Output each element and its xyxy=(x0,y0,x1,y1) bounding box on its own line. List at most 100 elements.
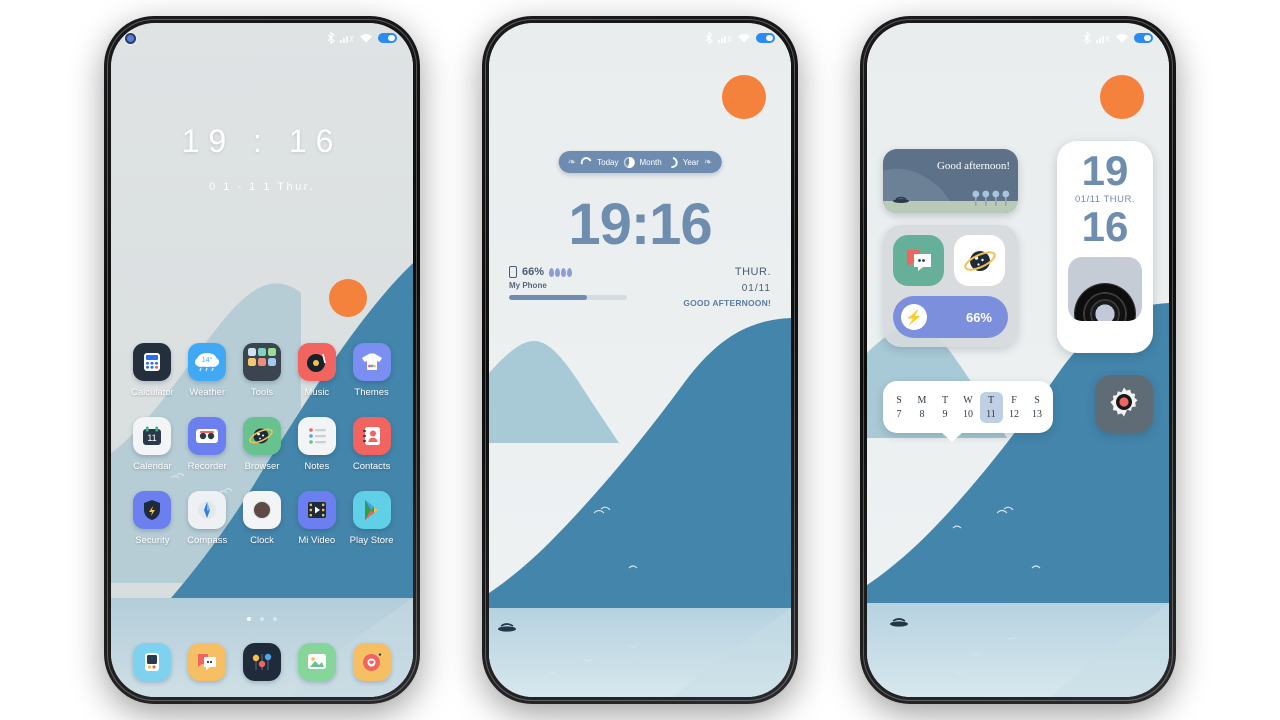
security-icon xyxy=(133,491,172,529)
cal-date: 11 xyxy=(986,408,996,420)
home-clock: 19 : 16 xyxy=(181,123,343,159)
app-browser[interactable]: Browser xyxy=(235,417,290,472)
clock-widget[interactable]: 19 01/11 THUR. 16 xyxy=(1057,141,1153,353)
bolt-icon: ⚡ xyxy=(901,304,927,330)
wifi-icon xyxy=(1115,33,1129,44)
battery-block: 66% My Phone xyxy=(509,266,627,300)
app-calendar[interactable]: 11 Calendar xyxy=(125,417,180,472)
calendar-grid: S7 M8 T9 W 10 T 11 F 12 S 13 xyxy=(888,391,1049,423)
calendar-day-6[interactable]: S 13 xyxy=(1026,392,1049,423)
app-themes[interactable]: Themes xyxy=(344,343,399,398)
cal-dow: M xyxy=(917,394,927,406)
app-label: Clock xyxy=(250,535,274,546)
signal-icon xyxy=(718,33,732,43)
calendar-day-1[interactable]: M8 xyxy=(911,392,934,423)
phone-glyph-icon xyxy=(509,266,517,278)
clock-minutes: 16 xyxy=(1081,202,1129,250)
app-compass[interactable]: Compass xyxy=(180,491,235,546)
app-play-store[interactable]: Play Store xyxy=(344,491,399,546)
svg-text:11: 11 xyxy=(148,433,157,443)
leaf-right-icon: ❧ xyxy=(703,156,713,168)
play-store-icon xyxy=(352,491,391,529)
cal-date: 9 xyxy=(942,408,948,420)
bluetooth-icon xyxy=(705,32,713,44)
app-recorder[interactable]: Recorder xyxy=(180,417,235,472)
page-indicator[interactable] xyxy=(111,617,413,621)
app-label: Play Store xyxy=(349,535,394,546)
cal-dow: T xyxy=(941,394,949,406)
app-clock[interactable]: Clock xyxy=(235,491,290,546)
phone-showcase: 19 : 16 0 1 - 1 1 Thur. Calculator 14° W… xyxy=(0,0,1280,720)
calendar-day-5[interactable]: F 12 xyxy=(1003,392,1026,423)
calculator-icon xyxy=(133,343,172,381)
phone-1-screen[interactable]: 19 : 16 0 1 - 1 1 Thur. Calculator 14° W… xyxy=(111,23,413,697)
app-mi-video[interactable]: Mi Video xyxy=(289,491,344,546)
bluetooth-icon xyxy=(1083,32,1091,44)
time-range-pill[interactable]: ❧ Today Month Year ❧ xyxy=(558,151,722,173)
calendar-day-0[interactable]: S7 xyxy=(888,392,911,423)
battery-line: 66% xyxy=(509,266,627,278)
camera-icon[interactable] xyxy=(352,643,391,681)
phone-2-status-bar xyxy=(489,23,791,53)
phone-2: ❧ Today Month Year ❧ 19:16 66% My Phone … xyxy=(482,16,798,704)
browser-icon xyxy=(242,417,281,455)
sun-decoration xyxy=(329,279,367,317)
phone-manager-icon[interactable] xyxy=(133,643,172,681)
calendar-icon: 11 xyxy=(133,417,172,455)
calendar-day-3[interactable]: W 10 xyxy=(957,392,980,423)
greeting-text: Good afternoon! xyxy=(936,160,1010,172)
battery-percent: 66% xyxy=(522,266,545,278)
sun-decoration xyxy=(722,75,766,119)
battery-icon xyxy=(378,33,397,43)
vinyl-record-icon[interactable] xyxy=(1068,256,1142,321)
phone-3-screen[interactable]: Good afternoon! 19 01/11 THUR. 16 ⚡ 66% … xyxy=(867,23,1169,697)
battery-icon xyxy=(756,33,775,43)
cal-date: 12 xyxy=(1009,408,1019,420)
app-notes[interactable]: Notes xyxy=(289,417,344,472)
bluetooth-icon xyxy=(327,32,335,44)
app-music[interactable]: Music xyxy=(289,343,344,398)
home-date: 0 1 - 1 1 Thur. xyxy=(209,181,315,193)
lock-weekday: THUR. xyxy=(734,266,771,278)
cal-date: 10 xyxy=(963,408,973,420)
gallery-icon[interactable] xyxy=(297,643,336,681)
app-label: Recorder xyxy=(187,461,227,472)
cal-dow: S xyxy=(1034,394,1040,406)
app-calculator[interactable]: Calculator xyxy=(125,343,180,398)
calendar-day-2[interactable]: T9 xyxy=(934,392,957,423)
phone-2-screen[interactable]: ❧ Today Month Year ❧ 19:16 66% My Phone … xyxy=(489,23,791,697)
page-dot-3[interactable] xyxy=(273,617,277,621)
battery-icon xyxy=(1134,33,1153,43)
app-weather[interactable]: 14° Weather xyxy=(180,343,235,398)
settings-widget[interactable] xyxy=(1095,375,1153,433)
gear-icon xyxy=(1107,385,1141,424)
app-label: Notes xyxy=(304,461,330,472)
lock-clock: 19:16 xyxy=(568,192,712,257)
app-label: Compass xyxy=(187,535,228,546)
app-tools[interactable]: Tools xyxy=(235,343,290,398)
app-label: Security xyxy=(135,535,170,546)
cal-dow: F xyxy=(1011,394,1017,406)
app-label: Tools xyxy=(250,387,274,398)
music-icon xyxy=(297,343,336,381)
calendar-widget[interactable]: S7 M8 T9 W 10 T 11 F 12 S 13 xyxy=(883,381,1053,442)
messages-tile-icon[interactable] xyxy=(893,235,944,286)
date-block: THUR. 01/11 GOOD AFTERNOON! xyxy=(683,266,771,308)
tools-folder-icon xyxy=(242,343,281,381)
battery-widget[interactable]: ⚡ 66% xyxy=(893,296,1008,338)
calendar-day-4-selected[interactable]: T 11 xyxy=(979,391,1003,423)
page-dot-1[interactable] xyxy=(247,617,251,621)
app-security[interactable]: Security xyxy=(125,491,180,546)
signal-icon xyxy=(340,33,354,43)
page-dot-2[interactable] xyxy=(260,617,264,621)
app-label: Calendar xyxy=(133,461,172,472)
greeting-widget[interactable]: Good afternoon! xyxy=(883,149,1018,213)
mi-video-icon xyxy=(297,491,336,529)
notes-icon xyxy=(297,417,336,455)
wifi-icon xyxy=(737,33,751,44)
app-contacts[interactable]: Contacts xyxy=(344,417,399,472)
browser-tile-icon[interactable] xyxy=(954,235,1005,286)
wallpaper-widgets xyxy=(867,23,1169,697)
settings-dock-icon[interactable] xyxy=(242,643,281,681)
messages-icon[interactable] xyxy=(188,643,227,681)
